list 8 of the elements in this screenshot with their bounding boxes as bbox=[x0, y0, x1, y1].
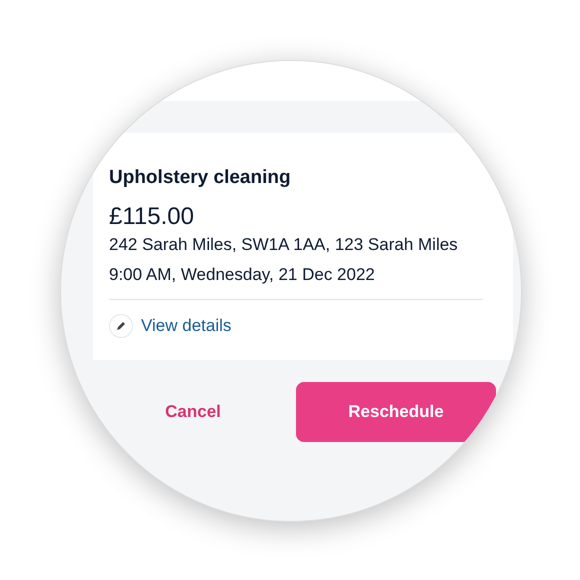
cancel-button[interactable]: Cancel bbox=[93, 382, 293, 442]
pencil-icon bbox=[109, 314, 133, 338]
view-details-link[interactable]: View details bbox=[141, 316, 232, 336]
reschedule-button[interactable]: Reschedule bbox=[296, 382, 496, 442]
appointment-time: 9:00 AM, Wednesday, 21 Dec 2022 bbox=[109, 265, 375, 285]
address: 242 Sarah Miles, SW1A 1AA, 123 Sarah Miles bbox=[109, 235, 458, 255]
service-title: Upholstery cleaning bbox=[109, 167, 291, 189]
price: £115.00 bbox=[109, 203, 194, 231]
